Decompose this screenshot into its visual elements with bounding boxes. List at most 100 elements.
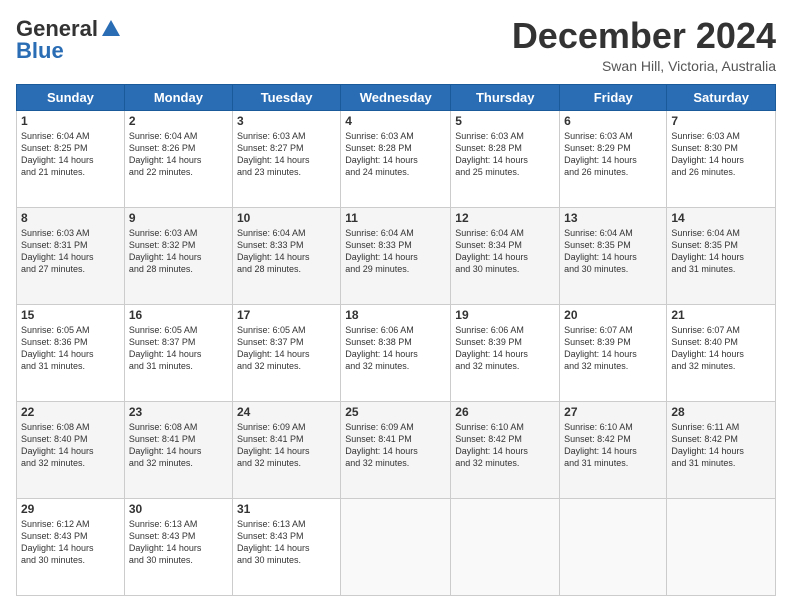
calendar-cell: 3Sunrise: 6:03 AMSunset: 8:27 PMDaylight… [232, 110, 340, 207]
calendar-cell: 12 Sunrise: 6:04 AMSunset: 8:34 PMDayligh… [451, 207, 560, 304]
calendar-cell: 27Sunrise: 6:10 AMSunset: 8:42 PMDayligh… [560, 401, 667, 498]
day-number: 12 [455, 211, 555, 225]
day-number: 17 [237, 308, 336, 322]
day-number: 14 [671, 211, 771, 225]
calendar-week-3: 15 Sunrise: 6:05 AMSunset: 8:36 PMDayligh… [17, 304, 776, 401]
cell-info: Sunrise: 6:04 AMSunset: 8:35 PMDaylight:… [671, 227, 771, 276]
calendar-cell: 23Sunrise: 6:08 AMSunset: 8:41 PMDayligh… [124, 401, 232, 498]
title-area: December 2024 Swan Hill, Victoria, Austr… [512, 16, 776, 74]
calendar-week-2: 8 Sunrise: 6:03 AMSunset: 8:31 PMDaylight… [17, 207, 776, 304]
cell-info: Sunrise: 6:13 AMSunset: 8:43 PMDaylight:… [129, 518, 228, 567]
cell-info: Sunrise: 6:03 AMSunset: 8:29 PMDaylight:… [564, 130, 662, 179]
day-number: 19 [455, 308, 555, 322]
cell-info: Sunrise: 6:04 AMSunset: 8:33 PMDaylight:… [345, 227, 446, 276]
cell-info: Sunrise: 6:12 AMSunset: 8:43 PMDaylight:… [21, 518, 120, 567]
header-cell-wednesday: Wednesday [341, 84, 451, 110]
cell-info: Sunrise: 6:04 AMSunset: 8:33 PMDaylight:… [237, 227, 336, 276]
logo-blue-text: Blue [16, 38, 64, 64]
calendar-cell: 17 Sunrise: 6:05 AMSunset: 8:37 PMDayligh… [232, 304, 340, 401]
header-cell-sunday: Sunday [17, 84, 125, 110]
day-number: 24 [237, 405, 336, 419]
cell-info: Sunrise: 6:07 AMSunset: 8:40 PMDaylight:… [671, 324, 771, 373]
calendar-cell: 13Sunrise: 6:04 AMSunset: 8:35 PMDayligh… [560, 207, 667, 304]
cell-info: Sunrise: 6:03 AMSunset: 8:28 PMDaylight:… [345, 130, 446, 179]
cell-info: Sunrise: 6:11 AMSunset: 8:42 PMDaylight:… [671, 421, 771, 470]
subtitle: Swan Hill, Victoria, Australia [512, 58, 776, 74]
calendar-cell: 19Sunrise: 6:06 AMSunset: 8:39 PMDayligh… [451, 304, 560, 401]
day-number: 31 [237, 502, 336, 516]
cell-info: Sunrise: 6:10 AMSunset: 8:42 PMDaylight:… [455, 421, 555, 470]
day-number: 7 [671, 114, 771, 128]
cell-info: Sunrise: 6:07 AMSunset: 8:39 PMDaylight:… [564, 324, 662, 373]
cell-info: Sunrise: 6:05 AMSunset: 8:37 PMDaylight:… [237, 324, 336, 373]
cell-info: Sunrise: 6:08 AMSunset: 8:40 PMDaylight:… [21, 421, 120, 470]
day-number: 18 [345, 308, 446, 322]
logo-icon [100, 18, 122, 40]
day-number: 10 [237, 211, 336, 225]
calendar-cell: 18 Sunrise: 6:06 AMSunset: 8:38 PMDayligh… [341, 304, 451, 401]
day-number: 27 [564, 405, 662, 419]
day-number: 23 [129, 405, 228, 419]
day-number: 25 [345, 405, 446, 419]
calendar-cell [341, 498, 451, 595]
day-number: 22 [21, 405, 120, 419]
header-cell-friday: Friday [560, 84, 667, 110]
calendar-cell: 21 Sunrise: 6:07 AMSunset: 8:40 PMDayligh… [667, 304, 776, 401]
cell-info: Sunrise: 6:09 AMSunset: 8:41 PMDaylight:… [237, 421, 336, 470]
calendar-week-1: 1Sunrise: 6:04 AMSunset: 8:25 PMDaylight… [17, 110, 776, 207]
calendar-cell: 10 Sunrise: 6:04 AMSunset: 8:33 PMDayligh… [232, 207, 340, 304]
calendar-cell: 7 Sunrise: 6:03 AMSunset: 8:30 PMDaylight… [667, 110, 776, 207]
cell-info: Sunrise: 6:09 AMSunset: 8:41 PMDaylight:… [345, 421, 446, 470]
cell-info: Sunrise: 6:03 AMSunset: 8:32 PMDaylight:… [129, 227, 228, 276]
header-cell-monday: Monday [124, 84, 232, 110]
cell-info: Sunrise: 6:03 AMSunset: 8:31 PMDaylight:… [21, 227, 120, 276]
day-number: 13 [564, 211, 662, 225]
day-number: 15 [21, 308, 120, 322]
day-number: 1 [21, 114, 120, 128]
cell-info: Sunrise: 6:03 AMSunset: 8:30 PMDaylight:… [671, 130, 771, 179]
cell-info: Sunrise: 6:04 AMSunset: 8:34 PMDaylight:… [455, 227, 555, 276]
calendar-cell: 6 Sunrise: 6:03 AMSunset: 8:29 PMDaylight… [560, 110, 667, 207]
cell-info: Sunrise: 6:05 AMSunset: 8:36 PMDaylight:… [21, 324, 120, 373]
calendar-cell: 5 Sunrise: 6:03 AMSunset: 8:28 PMDaylight… [451, 110, 560, 207]
header-cell-thursday: Thursday [451, 84, 560, 110]
calendar-table: SundayMondayTuesdayWednesdayThursdayFrid… [16, 84, 776, 596]
day-number: 3 [237, 114, 336, 128]
cell-info: Sunrise: 6:13 AMSunset: 8:43 PMDaylight:… [237, 518, 336, 567]
logo: General Blue [16, 16, 122, 64]
day-number: 6 [564, 114, 662, 128]
calendar-header: SundayMondayTuesdayWednesdayThursdayFrid… [17, 84, 776, 110]
calendar-cell: 31 Sunrise: 6:13 AMSunset: 8:43 PMDayligh… [232, 498, 340, 595]
calendar-cell: 24 Sunrise: 6:09 AMSunset: 8:41 PMDayligh… [232, 401, 340, 498]
header: General Blue December 2024 Swan Hill, Vi… [16, 16, 776, 74]
header-cell-tuesday: Tuesday [232, 84, 340, 110]
page: General Blue December 2024 Swan Hill, Vi… [0, 0, 792, 612]
day-number: 29 [21, 502, 120, 516]
calendar-cell: 26Sunrise: 6:10 AMSunset: 8:42 PMDayligh… [451, 401, 560, 498]
calendar-cell: 11 Sunrise: 6:04 AMSunset: 8:33 PMDayligh… [341, 207, 451, 304]
calendar-cell: 16Sunrise: 6:05 AMSunset: 8:37 PMDayligh… [124, 304, 232, 401]
calendar-cell: 9Sunrise: 6:03 AMSunset: 8:32 PMDaylight… [124, 207, 232, 304]
calendar-cell: 22 Sunrise: 6:08 AMSunset: 8:40 PMDayligh… [17, 401, 125, 498]
calendar-cell [560, 498, 667, 595]
calendar-cell: 1Sunrise: 6:04 AMSunset: 8:25 PMDaylight… [17, 110, 125, 207]
day-number: 8 [21, 211, 120, 225]
cell-info: Sunrise: 6:05 AMSunset: 8:37 PMDaylight:… [129, 324, 228, 373]
day-number: 11 [345, 211, 446, 225]
cell-info: Sunrise: 6:03 AMSunset: 8:28 PMDaylight:… [455, 130, 555, 179]
day-number: 5 [455, 114, 555, 128]
cell-info: Sunrise: 6:06 AMSunset: 8:38 PMDaylight:… [345, 324, 446, 373]
calendar-week-5: 29 Sunrise: 6:12 AMSunset: 8:43 PMDayligh… [17, 498, 776, 595]
day-number: 30 [129, 502, 228, 516]
calendar-cell: 30 Sunrise: 6:13 AMSunset: 8:43 PMDayligh… [124, 498, 232, 595]
calendar-cell: 20 Sunrise: 6:07 AMSunset: 8:39 PMDayligh… [560, 304, 667, 401]
day-number: 21 [671, 308, 771, 322]
day-number: 4 [345, 114, 446, 128]
calendar-week-4: 22 Sunrise: 6:08 AMSunset: 8:40 PMDayligh… [17, 401, 776, 498]
calendar-cell [451, 498, 560, 595]
calendar-cell: 4 Sunrise: 6:03 AMSunset: 8:28 PMDaylight… [341, 110, 451, 207]
calendar-cell: 2Sunrise: 6:04 AMSunset: 8:26 PMDaylight… [124, 110, 232, 207]
calendar-cell: 15 Sunrise: 6:05 AMSunset: 8:36 PMDayligh… [17, 304, 125, 401]
day-number: 20 [564, 308, 662, 322]
calendar-cell: 28Sunrise: 6:11 AMSunset: 8:42 PMDayligh… [667, 401, 776, 498]
